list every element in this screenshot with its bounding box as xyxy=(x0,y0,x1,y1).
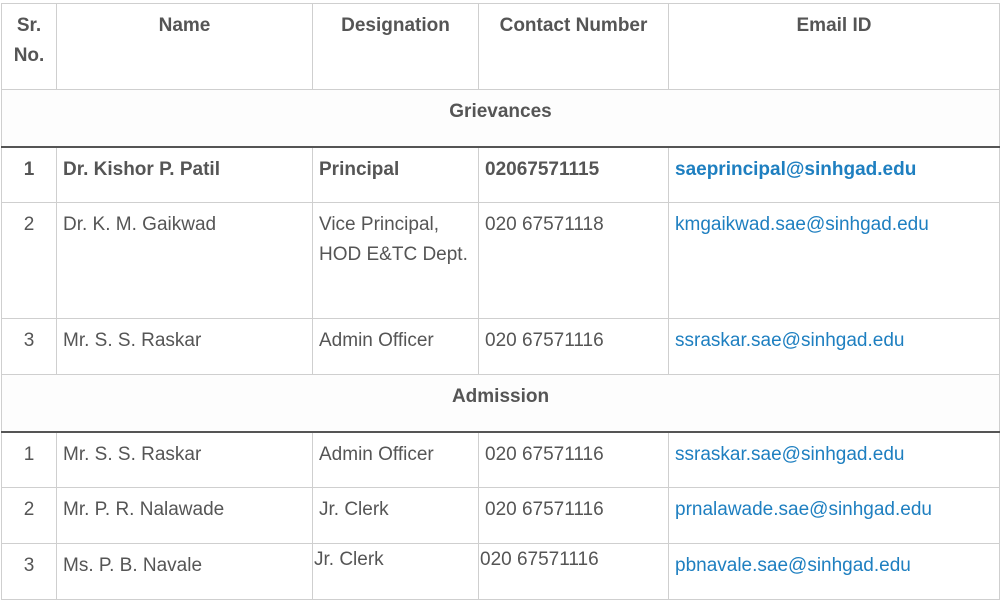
designation-cell: Vice Principal, HOD E&TC Dept. xyxy=(312,202,479,319)
name-cell: Mr. S. S. Raskar xyxy=(56,431,313,488)
contact-cell: 020 67571118 xyxy=(478,202,669,319)
designation-cell: Principal xyxy=(312,146,479,203)
table-row: 1 Dr. Kishor P. Patil Principal 02067571… xyxy=(1,146,1000,203)
section-title: Admission xyxy=(1,374,1000,433)
sr-no-cell: 1 xyxy=(1,146,57,203)
sr-no-cell: 3 xyxy=(1,318,57,375)
designation-cell: Jr. Clerk xyxy=(312,487,479,544)
contact-cell: 020 67571116 xyxy=(478,543,669,600)
email-link[interactable]: saeprincipal@sinhgad.edu xyxy=(675,159,916,180)
email-link[interactable]: prnalawade.sae@sinhgad.edu xyxy=(675,499,932,520)
sr-no-cell: 1 xyxy=(1,431,57,488)
email-link[interactable]: pbnavale.sae@sinhgad.edu xyxy=(675,555,911,576)
header-name: Name xyxy=(56,3,313,90)
email-cell: kmgaikwad.sae@sinhgad.edu xyxy=(668,202,1000,319)
name-cell: Dr. Kishor P. Patil xyxy=(56,146,313,203)
header-designation: Designation xyxy=(312,3,479,90)
header-contact-number: Contact Number xyxy=(478,3,669,90)
email-link[interactable]: kmgaikwad.sae@sinhgad.edu xyxy=(675,214,929,235)
section-grievances: Grievances xyxy=(1,89,1000,148)
contact-cell: 020 67571116 xyxy=(478,431,669,488)
email-cell: saeprincipal@sinhgad.edu xyxy=(668,146,1000,203)
designation-cell: Jr. Clerk xyxy=(312,543,479,600)
sr-no-cell: 2 xyxy=(1,487,57,544)
email-cell: prnalawade.sae@sinhgad.edu xyxy=(668,487,1000,544)
email-cell: ssraskar.sae@sinhgad.edu xyxy=(668,318,1000,375)
name-cell: Mr. S. S. Raskar xyxy=(56,318,313,375)
header-email-id: Email ID xyxy=(668,3,1000,90)
email-link[interactable]: ssraskar.sae@sinhgad.edu xyxy=(675,330,904,351)
contact-cell: 020 67571116 xyxy=(478,318,669,375)
name-cell: Dr. K. M. Gaikwad xyxy=(56,202,313,319)
contact-cell: 020 67571116 xyxy=(478,487,669,544)
table-row: 2 Mr. P. R. Nalawade Jr. Clerk 020 67571… xyxy=(1,487,1000,544)
table-row: 1 Mr. S. S. Raskar Admin Officer 020 675… xyxy=(1,431,1000,488)
email-cell: pbnavale.sae@sinhgad.edu xyxy=(668,543,1000,600)
header-sr-no: Sr. No. xyxy=(1,3,57,90)
email-link[interactable]: ssraskar.sae@sinhgad.edu xyxy=(675,444,904,465)
name-cell: Ms. P. B. Navale xyxy=(56,543,313,600)
sr-no-cell: 3 xyxy=(1,543,57,600)
contact-cell: 02067571115 xyxy=(478,146,669,203)
email-cell: ssraskar.sae@sinhgad.edu xyxy=(668,431,1000,488)
table-row: 2 Dr. K. M. Gaikwad Vice Principal, HOD … xyxy=(1,202,1000,319)
header-row: Sr. No. Name Designation Contact Number … xyxy=(1,3,1000,90)
contacts-table: Sr. No. Name Designation Contact Number … xyxy=(1,3,1000,600)
name-cell: Mr. P. R. Nalawade xyxy=(56,487,313,544)
designation-cell: Admin Officer xyxy=(312,431,479,488)
section-admission: Admission xyxy=(1,374,1000,433)
designation-cell: Admin Officer xyxy=(312,318,479,375)
section-title: Grievances xyxy=(1,89,1000,148)
table-row: 3 Ms. P. B. Navale Jr. Clerk 020 6757111… xyxy=(1,543,1000,600)
table-row: 3 Mr. S. S. Raskar Admin Officer 020 675… xyxy=(1,318,1000,375)
sr-no-cell: 2 xyxy=(1,202,57,319)
